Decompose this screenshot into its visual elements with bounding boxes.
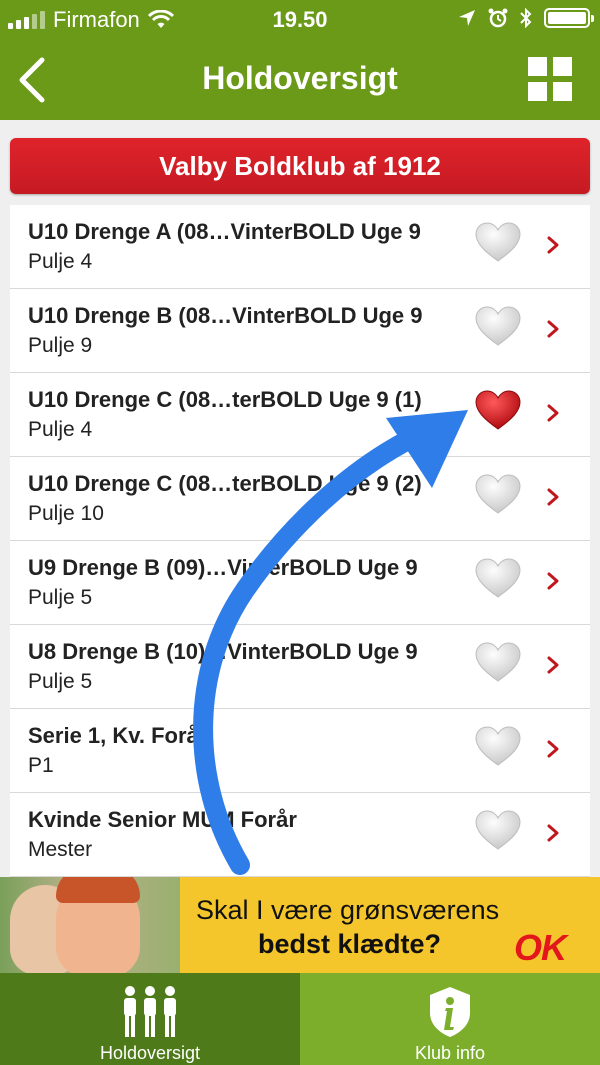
heart-icon[interactable]: [474, 473, 522, 517]
heart-icon[interactable]: [474, 305, 522, 349]
team-row[interactable]: U10 Drenge C (08…terBOLD Uge 9 (1) Pulje …: [10, 373, 590, 457]
chevron-right-icon[interactable]: [546, 571, 560, 591]
chevron-right-icon[interactable]: [546, 655, 560, 675]
heart-filled-icon[interactable]: [474, 389, 522, 433]
ad-photo: [0, 877, 180, 973]
tab-label: Holdoversigt: [99, 1043, 201, 1063]
ok-logo: OK: [514, 927, 567, 968]
chevron-right-icon[interactable]: [546, 319, 560, 339]
heart-icon[interactable]: [474, 221, 522, 265]
ad-subline: bedst klædte?: [258, 929, 442, 959]
team-group: Pulje 5: [28, 586, 93, 609]
tab-klub-info[interactable]: Klub info: [300, 973, 600, 1065]
team-name: U9 Drenge B (09)…VinterBOLD Uge 9: [28, 555, 418, 580]
team-group: Pulje 4: [28, 418, 93, 441]
ad-banner[interactable]: Skal I være grønsværens bedst klædte? OK: [0, 877, 600, 973]
chevron-right-icon[interactable]: [546, 235, 560, 255]
team-name: Serie 1, Kv. Forår: [28, 723, 208, 748]
team-row[interactable]: Kvinde Senior MUM Forår Mester: [10, 793, 590, 877]
tab-holdoversigt[interactable]: Holdoversigt: [0, 973, 300, 1065]
heart-icon[interactable]: [474, 725, 522, 769]
team-row[interactable]: Serie 1, Kv. Forår P1: [10, 709, 590, 793]
tab-label: Klub info: [414, 1043, 486, 1063]
team-row[interactable]: U10 Drenge C (08…terBOLD Uge 9 (2) Pulje …: [10, 457, 590, 541]
heart-icon[interactable]: [474, 809, 522, 853]
team-row[interactable]: U9 Drenge B (09)…VinterBOLD Uge 9 Pulje 5: [10, 541, 590, 625]
team-name: U10 Drenge B (08…VinterBOLD Uge 9: [28, 303, 423, 328]
team-group: Pulje 5: [28, 670, 93, 693]
team-list: U10 Drenge A (08…VinterBOLD Uge 9 Pulje 4…: [10, 205, 590, 877]
team-row[interactable]: U8 Drenge B (10)…VinterBOLD Uge 9 Pulje 5: [10, 625, 590, 709]
alarm-icon: [488, 8, 508, 28]
chevron-right-icon[interactable]: [546, 403, 560, 423]
bluetooth-icon: [520, 8, 532, 28]
ad-headline: Skal I være grønsværens: [196, 895, 500, 925]
team-name: U10 Drenge A (08…VinterBOLD Uge 9: [28, 219, 421, 244]
heart-icon[interactable]: [474, 557, 522, 601]
grid-icon[interactable]: [528, 57, 572, 101]
team-group: Pulje 10: [28, 502, 104, 525]
team-row[interactable]: U10 Drenge A (08…VinterBOLD Uge 9 Pulje 4: [10, 205, 590, 289]
team-name: U10 Drenge C (08…terBOLD Uge 9 (1): [28, 387, 422, 412]
team-name: U10 Drenge C (08…terBOLD Uge 9 (2): [28, 471, 422, 496]
team-group: Pulje 4: [28, 250, 93, 273]
team-group: P1: [28, 754, 54, 777]
chevron-right-icon[interactable]: [546, 739, 560, 759]
page-title: Holdoversigt: [202, 60, 398, 96]
team-name: U8 Drenge B (10)…VinterBOLD Uge 9: [28, 639, 418, 664]
team-group: Pulje 9: [28, 334, 93, 357]
info-shield-icon: [430, 987, 470, 1037]
team-row[interactable]: U10 Drenge B (08…VinterBOLD Uge 9 Pulje 9: [10, 289, 590, 373]
location-icon: [459, 10, 475, 26]
nav-bar: Holdoversigt: [0, 40, 600, 120]
chevron-right-icon[interactable]: [546, 487, 560, 507]
people-icon: [124, 986, 176, 1037]
tab-bar: Holdoversigt Klub info: [0, 973, 600, 1065]
team-name: Kvinde Senior MUM Forår: [28, 807, 297, 832]
team-group: Mester: [28, 838, 93, 861]
heart-icon[interactable]: [474, 641, 522, 685]
club-name-button[interactable]: Valby Boldklub af 1912: [10, 138, 590, 194]
status-bar: Firmafon 19.50: [0, 0, 600, 40]
chevron-right-icon[interactable]: [546, 823, 560, 843]
battery-icon: [544, 8, 594, 28]
